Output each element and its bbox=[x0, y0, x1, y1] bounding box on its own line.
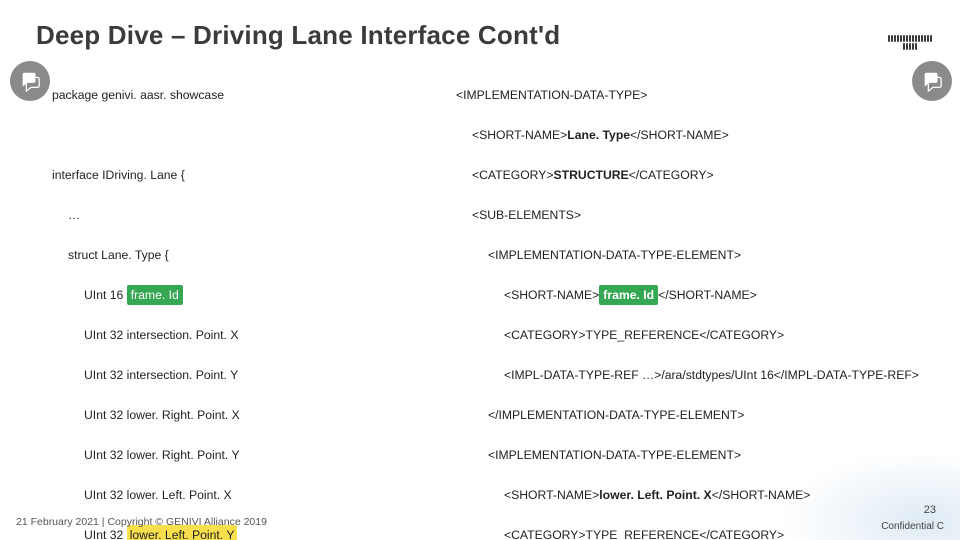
highlight-green: frame. Id bbox=[127, 285, 183, 305]
code-line: <SHORT-NAME>lower. Left. Point. X</SHORT… bbox=[440, 485, 924, 505]
code-line: <IMPLEMENTATION-DATA-TYPE> bbox=[440, 85, 924, 105]
code-line: UInt 32 lower. Left. Point. X bbox=[36, 485, 428, 505]
code-line: UInt 32 lower. Right. Point. Y bbox=[36, 445, 428, 465]
code-line bbox=[36, 125, 428, 145]
code-line: <SUB-ELEMENTS> bbox=[440, 205, 924, 225]
left-pane: package genivi. aasr. showcase interface… bbox=[36, 65, 428, 540]
code-line: UInt 32 intersection. Point. X bbox=[36, 325, 428, 345]
chat-bubble-icon bbox=[912, 61, 952, 101]
code-line: UInt 32 intersection. Point. Y bbox=[36, 365, 428, 385]
footer-text: 21 February 2021 | Copyright © GENIVI Al… bbox=[16, 516, 267, 528]
highlight-green: frame. Id bbox=[599, 285, 658, 305]
code-line: <CATEGORY>TYPE_REFERENCE</CATEGORY> bbox=[440, 325, 924, 345]
code-line: UInt 32 lower. Right. Point. X bbox=[36, 405, 428, 425]
confidential-label: Confidential C bbox=[881, 521, 944, 532]
chat-bubble-icon bbox=[10, 61, 50, 101]
code-line: struct Lane. Type { bbox=[36, 245, 428, 265]
code-line: <IMPLEMENTATION-DATA-TYPE-ELEMENT> bbox=[440, 245, 924, 265]
code-line: <CATEGORY>STRUCTURE</CATEGORY> bbox=[440, 165, 924, 185]
code-line: UInt 16 frame. Id bbox=[36, 285, 428, 305]
code-line: <CATEGORY>TYPE_REFERENCE</CATEGORY> bbox=[440, 525, 924, 540]
genivi-logo-icon bbox=[888, 22, 932, 62]
franca-code: package genivi. aasr. showcase interface… bbox=[36, 65, 428, 540]
code-line: <SHORT-NAME>frame. Id</SHORT-NAME> bbox=[440, 285, 924, 305]
code-line: package genivi. aasr. showcase bbox=[36, 85, 428, 105]
code-line: <IMPL-DATA-TYPE-REF …>/ara/stdtypes/UInt… bbox=[440, 365, 924, 385]
code-line: interface IDriving. Lane { bbox=[36, 165, 428, 185]
right-pane: <IMPLEMENTATION-DATA-TYPE> <SHORT-NAME>L… bbox=[440, 65, 924, 540]
arxml-code: <IMPLEMENTATION-DATA-TYPE> <SHORT-NAME>L… bbox=[440, 65, 924, 540]
page-title: Deep Dive – Driving Lane Interface Cont'… bbox=[36, 20, 924, 51]
content-body: package genivi. aasr. showcase interface… bbox=[36, 65, 924, 540]
page-number: 23 bbox=[924, 504, 936, 516]
code-line: <SHORT-NAME>Lane. Type</SHORT-NAME> bbox=[440, 125, 924, 145]
code-line: … bbox=[36, 205, 428, 225]
code-line: </IMPLEMENTATION-DATA-TYPE-ELEMENT> bbox=[440, 405, 924, 425]
code-line: <IMPLEMENTATION-DATA-TYPE-ELEMENT> bbox=[440, 445, 924, 465]
